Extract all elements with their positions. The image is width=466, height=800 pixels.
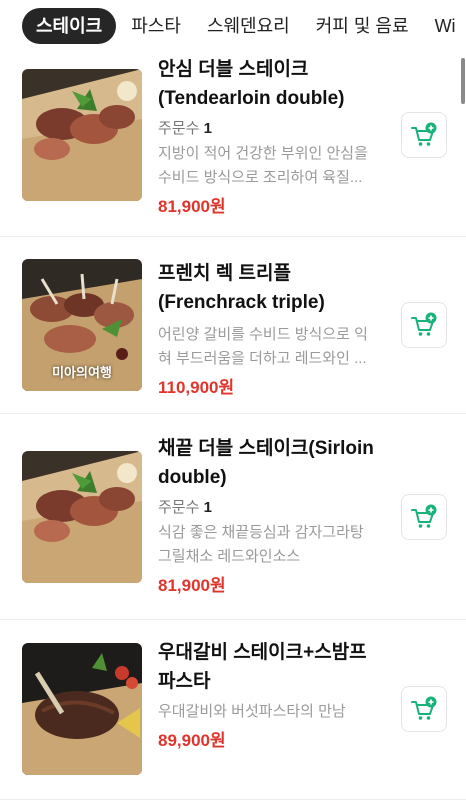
menu-item-image [22, 451, 142, 583]
cart-plus-icon [411, 122, 437, 146]
menu-item-price: 89,900원 [158, 731, 226, 750]
menu-item-image: 미아의여행 [22, 259, 142, 391]
menu-item-price: 81,900원 [158, 576, 226, 595]
cart-plus-icon [411, 312, 437, 336]
menu-item-price: 110,900원 [158, 378, 235, 397]
tab-steak[interactable]: 스테이크 [22, 8, 117, 44]
image-watermark: 미아의여행 [52, 365, 112, 380]
tab-swedish[interactable]: 스웨덴요리 [196, 8, 301, 44]
menu-item-description: 어린양 갈비를 수비드 방식으로 익혀 부드러움을 더하고 레드와인 ... [158, 326, 368, 367]
menu-item-description: 우대갈비와 버섯파스타의 만남 [158, 703, 346, 720]
menu-item[interactable]: 안심 더블 스테이크 (Tendearloin double) 주문수 1 지방… [0, 52, 466, 237]
menu-item[interactable]: 우대갈비 스테이크+스밤프 파스타 우대갈비와 버섯파스타의 만남 89,900… [0, 620, 466, 800]
menu-item-name: 프렌치 렉 트리플 (Frenchrack triple) [158, 263, 325, 313]
order-count: 주문수 1 [158, 499, 212, 516]
menu-item-name: 채끝 더블 스테이크(Sirloin double) [158, 438, 374, 488]
menu-item-description: 식감 좋은 채끝등심과 감자그라탕 그릴채소 레드와인소스 [158, 524, 364, 565]
menu-list: 안심 더블 스테이크 (Tendearloin double) 주문수 1 지방… [0, 52, 466, 800]
menu-item-name: 안심 더블 스테이크 (Tendearloin double) [158, 59, 345, 109]
order-count: 주문수 1 [158, 120, 212, 137]
tab-coffee-drinks[interactable]: 커피 및 음료 [305, 8, 420, 44]
add-to-cart-button[interactable] [401, 494, 447, 540]
menu-item-image [22, 69, 142, 201]
menu-item-description: 지방이 적어 건강한 부위인 안심을 수비드 방식으로 조리하여 육질... [158, 145, 368, 186]
add-to-cart-button[interactable] [401, 302, 447, 348]
cart-plus-icon [411, 504, 437, 528]
scrollbar[interactable] [461, 58, 465, 104]
menu-item-image [22, 643, 142, 775]
tab-wine[interactable]: Wi [424, 8, 466, 44]
menu-item-name: 우대갈비 스테이크+스밤프 파스타 [158, 642, 367, 692]
add-to-cart-button[interactable] [401, 112, 447, 158]
menu-item-price: 81,900원 [158, 197, 226, 216]
category-tabs: 스테이크 파스타 스웨덴요리 커피 및 음료 Wi [0, 0, 466, 52]
menu-item[interactable]: 미아의여행 프렌치 렉 트리플 (Frenchrack triple) 어린양 … [0, 237, 466, 414]
cart-plus-icon [411, 696, 437, 720]
menu-item[interactable]: 채끝 더블 스테이크(Sirloin double) 주문수 1 식감 좋은 채… [0, 414, 466, 620]
tab-pasta[interactable]: 파스타 [120, 8, 192, 44]
add-to-cart-button[interactable] [401, 686, 447, 732]
